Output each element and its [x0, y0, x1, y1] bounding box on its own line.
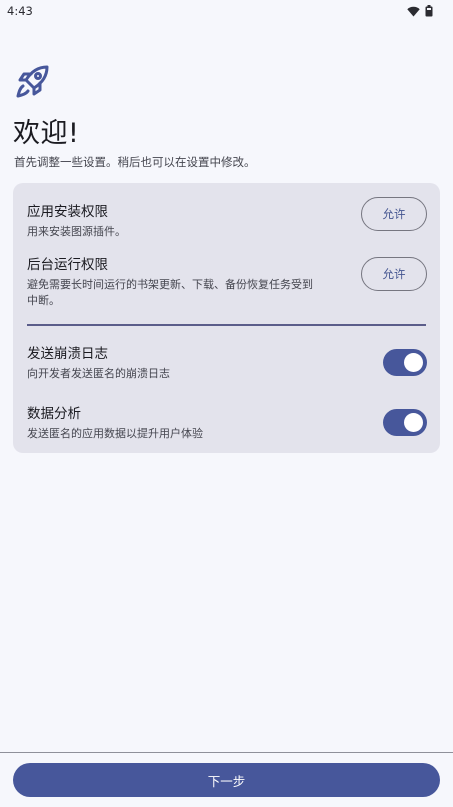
status-bar: 4:43	[0, 0, 453, 22]
onboarding-screen: 4:43 欢迎! 首先调整一些设置。稍后也可以在设置中修改。 应用安装权限 用来…	[0, 0, 453, 807]
analytics-toggle[interactable]	[383, 409, 427, 436]
rocket-icon	[14, 62, 52, 100]
install-permission-allow-button[interactable]: 允许	[361, 197, 427, 231]
footer-divider	[0, 752, 453, 753]
crash-logs-toggle[interactable]	[383, 349, 427, 376]
analytics-description: 发送匿名的应用数据以提升用户体验	[27, 427, 203, 440]
settings-card: 应用安装权限 用来安装图源插件。 允许 后台运行权限 避免需要长时间运行的书架更…	[13, 183, 440, 453]
analytics-title: 数据分析	[27, 406, 81, 422]
background-permission-description-line2: 中断。	[27, 294, 60, 307]
wifi-icon	[407, 2, 420, 21]
status-icons	[407, 2, 433, 21]
welcome-subtitle: 首先调整一些设置。稍后也可以在设置中修改。	[14, 155, 256, 169]
status-time: 4:43	[7, 4, 33, 18]
section-divider	[27, 324, 426, 326]
battery-icon	[425, 2, 433, 21]
background-permission-allow-button[interactable]: 允许	[361, 257, 427, 291]
toggle-knob	[404, 413, 423, 432]
toggle-knob	[404, 353, 423, 372]
background-permission-description: 避免需要长时间运行的书架更新、下载、备份恢复任务受到 中断。	[27, 277, 345, 309]
next-button[interactable]: 下一步	[13, 763, 440, 797]
welcome-title: 欢迎!	[13, 118, 80, 149]
background-permission-row: 后台运行权限 避免需要长时间运行的书架更新、下载、备份恢复任务受到 中断。 允许	[27, 256, 427, 312]
analytics-row[interactable]: 数据分析 发送匿名的应用数据以提升用户体验	[27, 405, 427, 441]
background-permission-description-line1: 避免需要长时间运行的书架更新、下载、备份恢复任务受到	[27, 278, 313, 291]
crash-logs-description: 向开发者发送匿名的崩溃日志	[27, 367, 170, 380]
install-permission-row: 应用安装权限 用来安装图源插件。 允许	[27, 197, 427, 238]
crash-logs-row[interactable]: 发送崩溃日志 向开发者发送匿名的崩溃日志	[27, 345, 427, 381]
crash-logs-title: 发送崩溃日志	[27, 346, 108, 362]
